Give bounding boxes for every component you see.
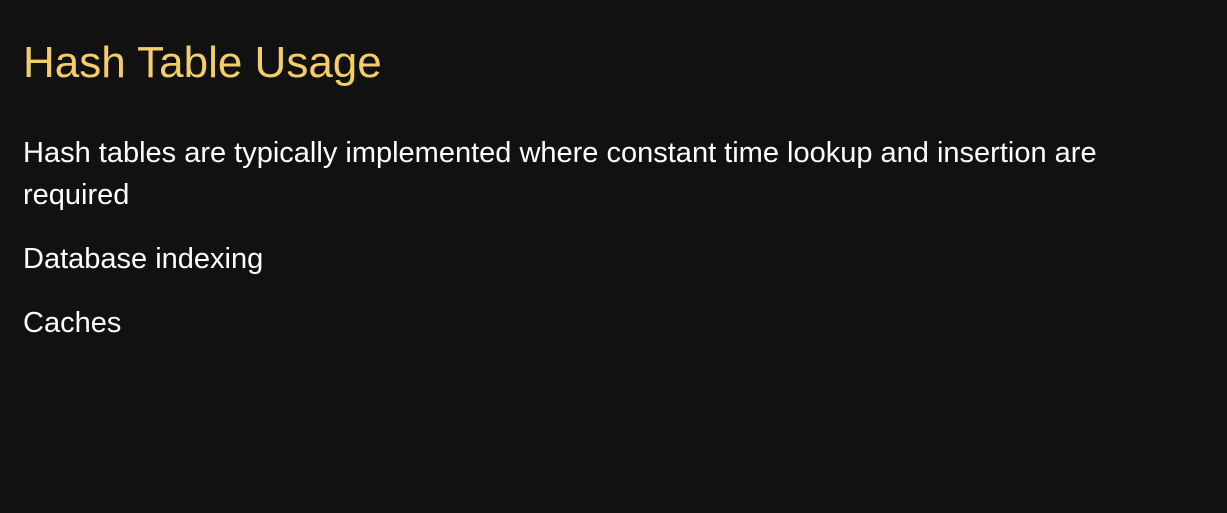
slide-title: Hash Table Usage: [23, 38, 382, 87]
body-paragraph: Database indexing: [23, 243, 264, 275]
slide: Hash Table Usage Hash tables are typical…: [0, 0, 1227, 513]
slide-body: Hash tables are typically implemented wh…: [23, 132, 1183, 366]
body-paragraph: Caches: [23, 307, 122, 339]
body-paragraph: Hash tables are typically implemented wh…: [23, 137, 1097, 211]
